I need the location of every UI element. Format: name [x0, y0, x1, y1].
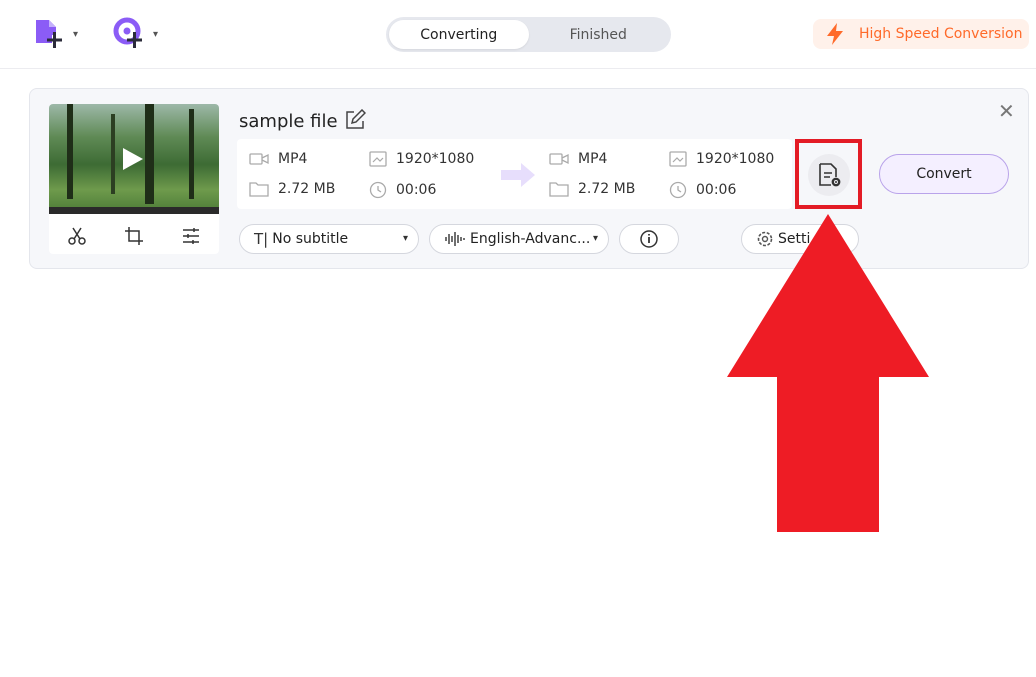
tab-finished[interactable]: Finished	[529, 20, 669, 49]
target-resolution: 1920*1080	[669, 151, 774, 167]
info-icon	[640, 230, 658, 248]
scissors-icon	[68, 227, 87, 245]
video-icon	[249, 153, 269, 165]
source-format: MP4	[249, 151, 307, 167]
info-button[interactable]	[619, 224, 679, 254]
format-info-panel: MP4 2.72 MB 1920*1080 00:06 MP4 2.72 MB …	[237, 139, 792, 209]
convert-arrow-icon	[499, 161, 537, 193]
add-media-icon	[113, 17, 142, 48]
chevron-down-icon: ▾	[73, 28, 79, 40]
crop-icon	[124, 227, 143, 245]
high-speed-label: High Speed Conversion	[859, 26, 1023, 42]
clock-icon	[669, 181, 687, 199]
tab-converting[interactable]: Converting	[389, 20, 529, 49]
edit-icon	[346, 108, 367, 129]
convert-button[interactable]: Convert	[879, 154, 1009, 194]
target-duration: 00:06	[669, 181, 736, 199]
chevron-down-icon: ▾	[153, 28, 159, 40]
target-format: MP4	[549, 151, 607, 167]
add-file-icon	[36, 20, 62, 48]
top-toolbar: ▾ ▾ Converting Finished High Speed Conve…	[0, 0, 1036, 69]
source-duration: 00:06	[369, 181, 436, 199]
edit-tools	[49, 222, 219, 250]
adjust-tool-button[interactable]	[178, 223, 204, 249]
status-tabs: Converting Finished	[386, 17, 671, 52]
folder-icon	[549, 182, 569, 197]
text-icon: T|	[254, 230, 269, 248]
add-media-button[interactable]: ▾	[113, 17, 158, 51]
video-icon	[549, 153, 569, 165]
resolution-icon	[369, 151, 387, 167]
sliders-icon	[182, 228, 199, 244]
high-speed-conversion-button[interactable]: High Speed Conversion	[813, 19, 1029, 49]
folder-icon	[249, 182, 269, 197]
audio-track-select[interactable]: English-Advanc... ▾	[429, 224, 609, 254]
target-size: 2.72 MB	[549, 181, 635, 197]
play-icon[interactable]	[123, 148, 143, 170]
cut-tool-button[interactable]	[64, 223, 90, 249]
lightning-icon	[827, 23, 843, 45]
chevron-down-icon: ▾	[402, 233, 408, 244]
video-thumbnail[interactable]	[49, 104, 219, 214]
source-size: 2.72 MB	[249, 181, 335, 197]
highlight-box	[795, 139, 862, 209]
video-preview	[49, 104, 219, 254]
crop-tool-button[interactable]	[121, 223, 147, 249]
file-name: sample file	[239, 111, 338, 132]
rename-button[interactable]	[344, 108, 367, 135]
close-icon[interactable]: ✕	[998, 99, 1015, 123]
chevron-down-icon: ▾	[592, 233, 598, 244]
annotation-arrow-icon	[727, 214, 929, 532]
add-file-button[interactable]: ▾	[33, 17, 78, 51]
source-resolution: 1920*1080	[369, 151, 474, 167]
resolution-icon	[669, 151, 687, 167]
audio-wave-icon	[445, 232, 465, 246]
subtitle-select[interactable]: T| No subtitle ▾	[239, 224, 419, 254]
clock-icon	[369, 181, 387, 199]
